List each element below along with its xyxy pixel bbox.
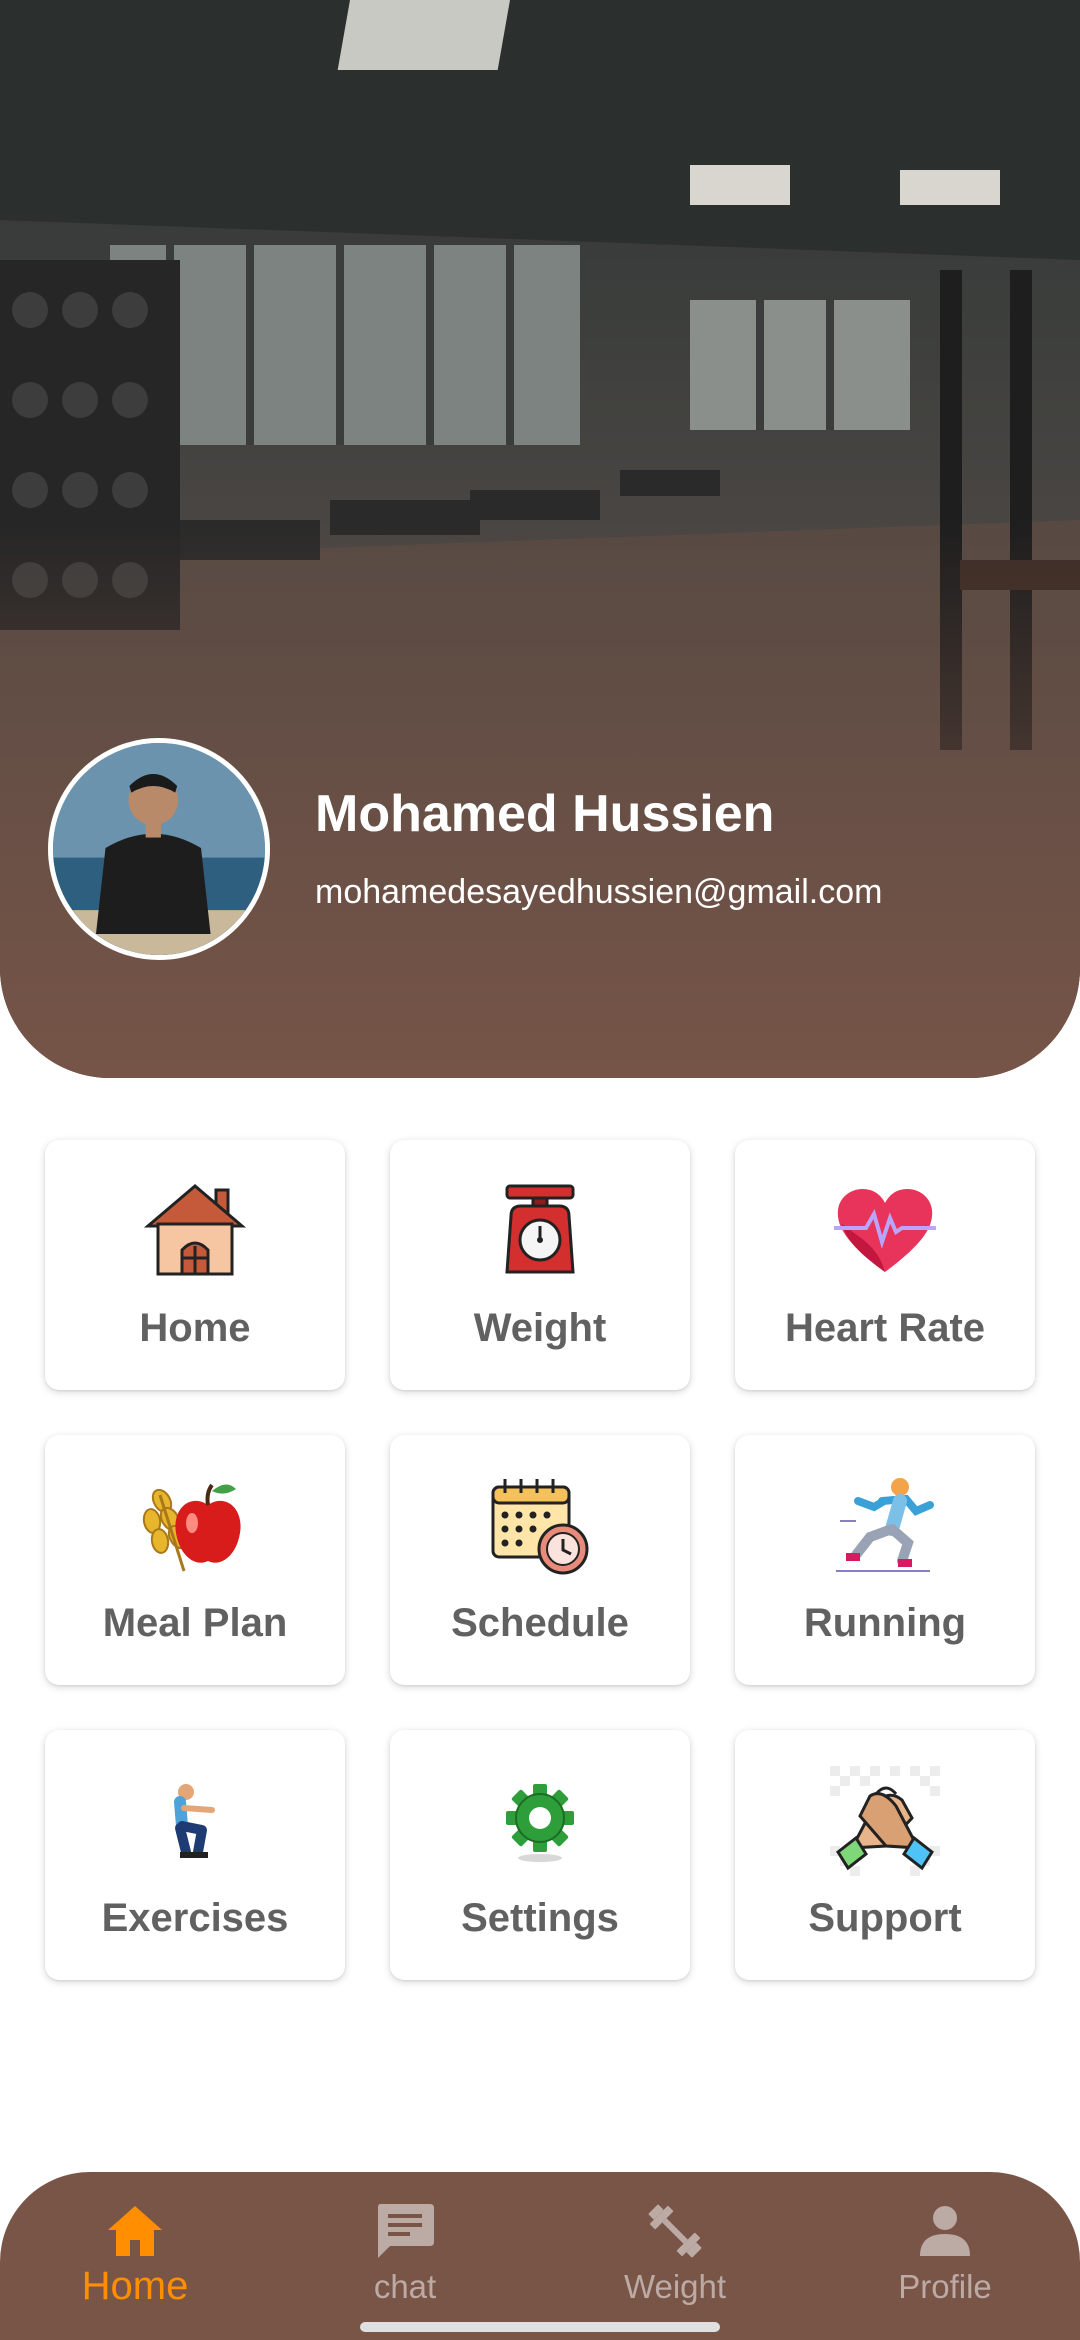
tile-running[interactable]: Running (735, 1435, 1035, 1685)
calendar-clock-icon (485, 1471, 595, 1581)
tile-settings[interactable]: Settings (390, 1730, 690, 1980)
tile-running-label: Running (803, 1601, 967, 1645)
tile-exercises[interactable]: Exercises (45, 1730, 345, 1980)
nav-chat[interactable]: chat (305, 2198, 505, 2328)
user-email: mohamedesayedhussien@gmail.com (315, 873, 883, 911)
squat-person-icon (140, 1766, 250, 1876)
nav-chat-label: chat (373, 2268, 437, 2305)
gear-icon (485, 1766, 595, 1876)
nav-profile[interactable]: Profile (845, 2198, 1045, 2328)
person-icon (920, 2206, 970, 2256)
runner-icon (830, 1471, 940, 1581)
home-icon (108, 2206, 162, 2256)
tile-weight[interactable]: Weight (390, 1140, 690, 1390)
nav-weight-label: Weight (623, 2268, 727, 2305)
tile-schedule[interactable]: Schedule (390, 1435, 690, 1685)
nav-weight[interactable]: Weight (575, 2198, 775, 2328)
tile-heart-rate[interactable]: Heart Rate (735, 1140, 1035, 1390)
tile-meal-plan-label: Meal Plan (102, 1601, 288, 1645)
home-screen: Mohamed Hussien mohamedesayedhussien@gma… (0, 0, 1080, 2340)
tile-weight-label: Weight (473, 1306, 607, 1350)
tile-home-label: Home (139, 1306, 251, 1350)
chat-icon (378, 2204, 434, 2258)
bottom-navigation-bar: Home chat Weight Profile (0, 2172, 1080, 2340)
tile-settings-label: Settings (461, 1896, 619, 1940)
tile-support-label: Support (808, 1896, 962, 1940)
kitchen-scale-icon (485, 1176, 595, 1286)
dumbbell-icon (648, 2204, 702, 2258)
tile-meal-plan[interactable]: Meal Plan (45, 1435, 345, 1685)
avatar-photo (53, 743, 265, 955)
nav-home-label: Home (81, 2264, 189, 2308)
profile-header: Mohamed Hussien mohamedesayedhussien@gma… (0, 0, 1080, 1078)
tile-home[interactable]: Home (45, 1140, 345, 1390)
tile-schedule-label: Schedule (451, 1601, 629, 1645)
nav-profile-label: Profile (898, 2268, 992, 2305)
avatar[interactable] (48, 738, 270, 960)
tile-exercises-label: Exercises (101, 1896, 289, 1940)
house-icon (140, 1176, 250, 1286)
tile-support[interactable]: Support (735, 1730, 1035, 1980)
gesture-navigation-bar[interactable] (360, 2322, 720, 2332)
heart-pulse-icon (830, 1176, 940, 1286)
user-name: Mohamed Hussien (315, 785, 775, 843)
tile-heart-rate-label: Heart Rate (784, 1306, 986, 1350)
feature-grid: Home Weight Heart Rate Meal Plan Schedul… (45, 1140, 1035, 1980)
nav-home[interactable]: Home (35, 2198, 235, 2328)
handshake-icon (830, 1766, 940, 1876)
apple-wheat-icon (140, 1471, 250, 1581)
